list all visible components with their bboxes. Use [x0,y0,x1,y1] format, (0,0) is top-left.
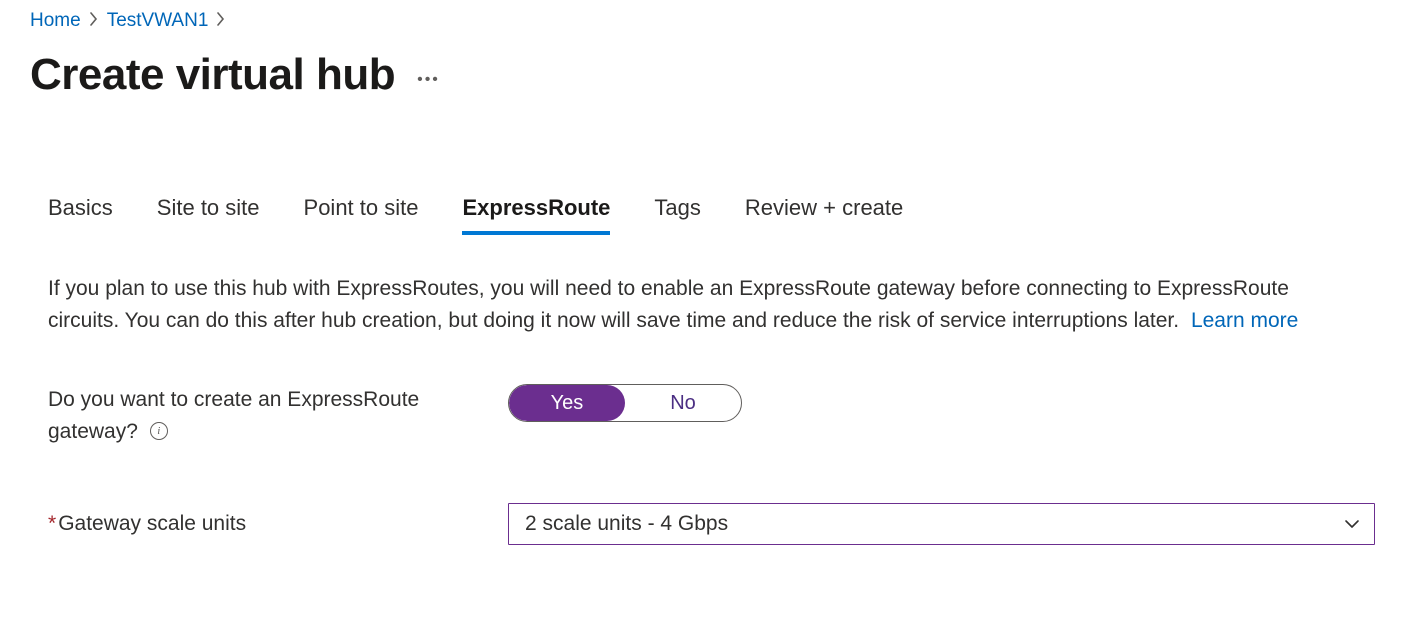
more-icon[interactable]: ••• [417,61,440,89]
create-gateway-label: Do you want to create an ExpressRoute ga… [48,384,508,447]
chevron-down-icon [1344,516,1360,532]
breadcrumb-home[interactable]: Home [30,10,81,32]
learn-more-link[interactable]: Learn more [1191,309,1298,332]
tab-point-to-site[interactable]: Point to site [304,195,419,235]
toggle-no[interactable]: No [625,385,741,421]
scale-units-label-text: Gateway scale units [58,512,246,535]
breadcrumb: Home TestVWAN1 [30,10,1383,32]
tabs: Basics Site to site Point to site Expres… [48,195,1383,235]
description-text: If you plan to use this hub with Express… [48,277,1289,332]
scale-units-label: *Gateway scale units [48,508,508,540]
breadcrumb-resource[interactable]: TestVWAN1 [107,10,209,32]
required-asterisk-icon: * [48,512,56,535]
tab-site-to-site[interactable]: Site to site [157,195,260,235]
info-icon[interactable]: i [150,422,168,440]
tab-expressroute[interactable]: ExpressRoute [462,195,610,235]
toggle-yes[interactable]: Yes [509,385,625,421]
chevron-right-icon [89,12,99,31]
tab-description: If you plan to use this hub with Express… [48,273,1338,336]
scale-units-value: 2 scale units - 4 Gbps [525,512,728,536]
tab-basics[interactable]: Basics [48,195,113,235]
page-title: Create virtual hub [30,50,395,100]
create-gateway-label-text: Do you want to create an ExpressRoute ga… [48,388,419,443]
create-gateway-toggle[interactable]: Yes No [508,384,742,422]
chevron-right-icon [216,12,226,31]
scale-units-dropdown[interactable]: 2 scale units - 4 Gbps [508,503,1375,545]
tab-tags[interactable]: Tags [654,195,700,235]
tab-review-create[interactable]: Review + create [745,195,903,235]
